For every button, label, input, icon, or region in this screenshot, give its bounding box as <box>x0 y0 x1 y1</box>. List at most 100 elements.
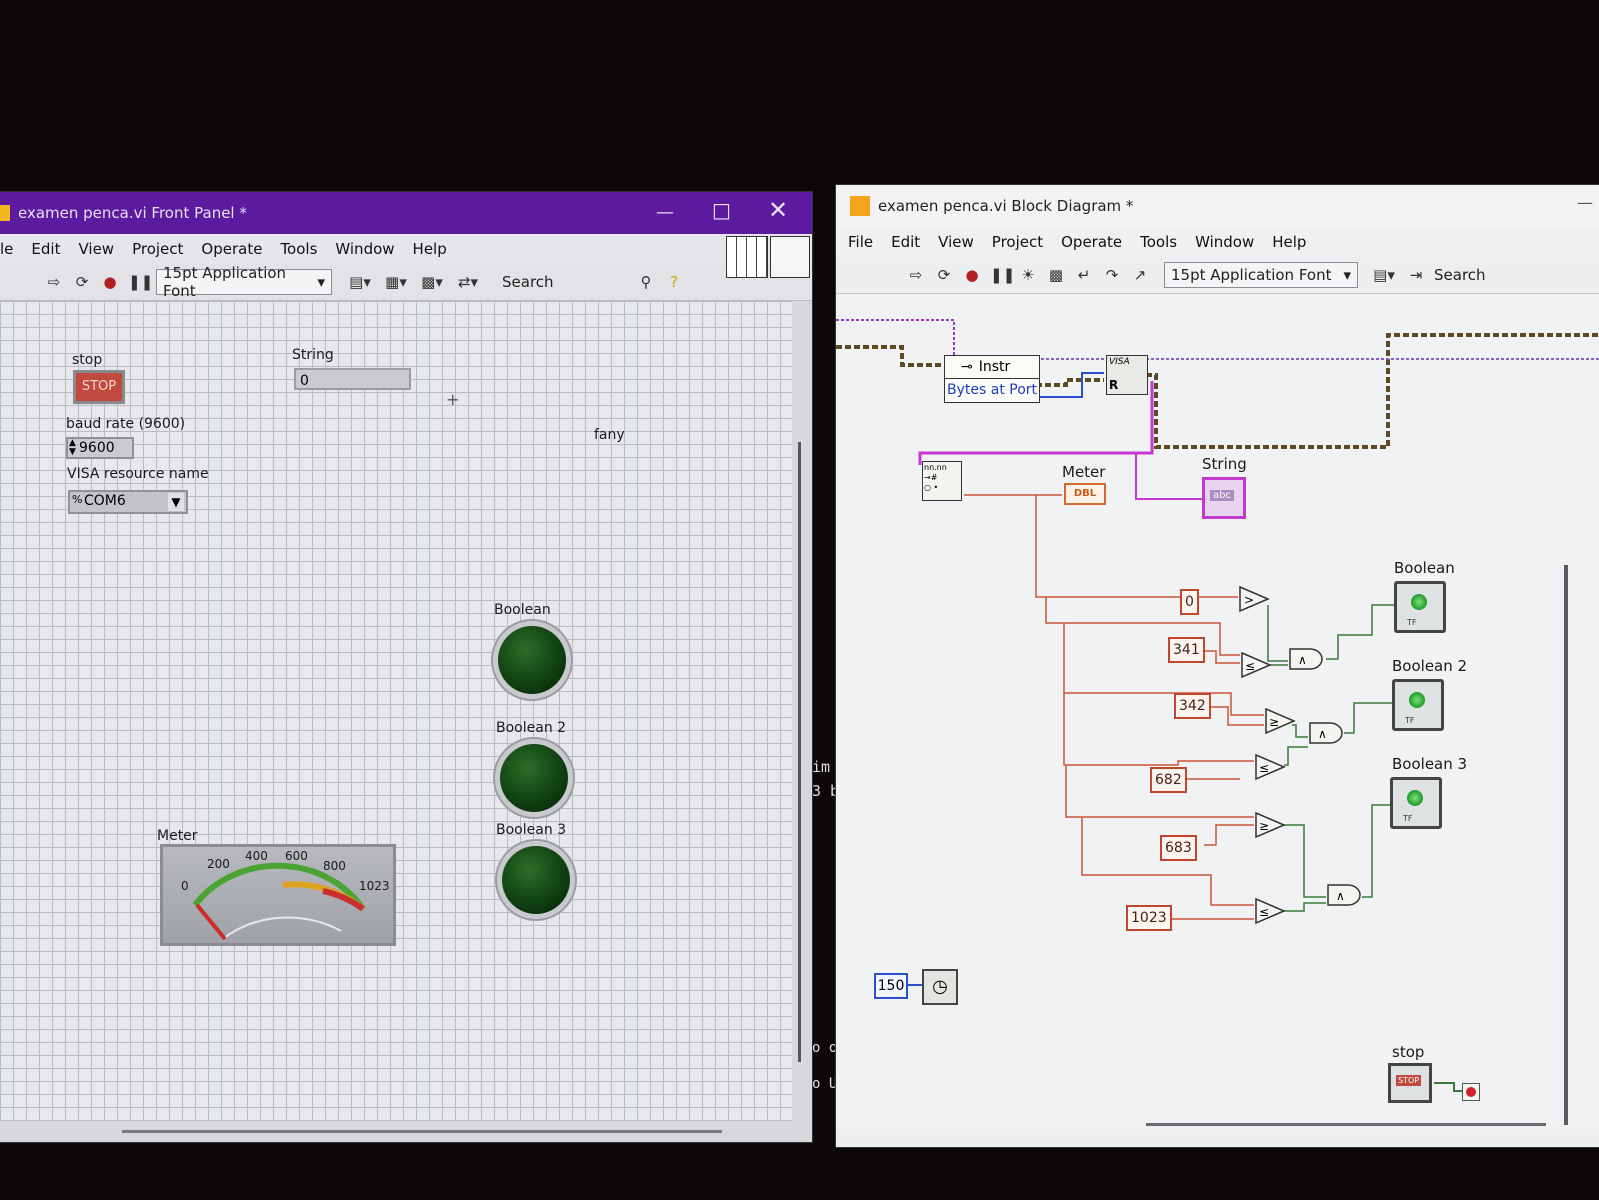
boolean-2-led[interactable] <box>500 744 568 812</box>
search-icon[interactable]: ⚲ <box>636 272 656 292</box>
led-icon <box>1407 790 1423 806</box>
background-text-1: im <box>812 758 831 776</box>
and-node-2[interactable]: ∧ <box>1308 721 1346 749</box>
boolean-3-terminal[interactable]: TF <box>1390 777 1442 829</box>
menu-project[interactable]: Project <box>132 240 183 258</box>
abort-icon[interactable]: ● <box>100 272 120 292</box>
greater-than-node[interactable]: > <box>1238 585 1270 617</box>
meter-tick-400: 400 <box>245 849 268 863</box>
led-icon <box>1409 692 1425 708</box>
svg-text:>: > <box>1244 593 1254 607</box>
font-select-value: 15pt Application Font <box>163 264 287 300</box>
menu-window[interactable]: Window <box>335 240 394 258</box>
string-to-number-node[interactable]: nn.nn →# ○ • <box>922 461 962 501</box>
boolean-2-terminal[interactable]: TF <box>1392 679 1444 731</box>
minimize-button[interactable]: — <box>656 202 674 223</box>
menu-operate[interactable]: Operate <box>201 240 262 258</box>
fp-vertical-scrollbar[interactable] <box>798 442 801 1062</box>
string-wire-to-indicator <box>1135 453 1202 500</box>
less-equal-node[interactable]: ≤ <box>1240 651 1272 683</box>
menu-view[interactable]: View <box>78 240 114 258</box>
stop-terminal[interactable]: STOP <box>1388 1063 1432 1103</box>
constant-1023[interactable]: 1023 <box>1126 905 1172 931</box>
tf-label: TF <box>1405 716 1415 725</box>
context-help-icon[interactable]: ? <box>664 272 684 292</box>
boolean-terminal[interactable]: TF <box>1394 581 1446 633</box>
menu-file[interactable]: le <box>0 240 13 258</box>
connector-pane-icon[interactable] <box>726 236 768 278</box>
stop-terminal-label: stop <box>1392 1043 1425 1061</box>
visa-read-label: VISA <box>1109 357 1130 367</box>
greater-equal-node-3[interactable]: ≥ <box>1254 811 1286 843</box>
distribute-objects-icon[interactable]: ▦▾ <box>382 272 410 292</box>
stop-wire <box>1434 1082 1462 1092</box>
chevron-down-icon: ▾ <box>317 273 325 291</box>
resize-objects-icon[interactable]: ▩▾ <box>418 272 446 292</box>
loop-condition-icon[interactable] <box>1462 1083 1480 1101</box>
and-gate-icon: ∧ <box>1309 722 1343 744</box>
menu-tools[interactable]: Tools <box>280 240 317 258</box>
run-continuously-icon[interactable]: ⟳ <box>72 272 92 292</box>
meter-inner-arc <box>222 916 342 940</box>
meter-terminal[interactable]: DBL <box>1064 483 1106 505</box>
boolean-3-terminal-label: Boolean 3 <box>1392 755 1468 773</box>
string-control[interactable]: 0 <box>294 368 411 390</box>
svg-text:∧: ∧ <box>1336 889 1345 903</box>
boolean-led[interactable] <box>498 626 566 694</box>
maximize-button[interactable]: □ <box>712 198 731 222</box>
string-terminal-text: abc <box>1210 490 1234 501</box>
clock-icon: ◷ <box>932 976 948 997</box>
boolean-2-terminal-label: Boolean 2 <box>1392 657 1468 675</box>
and-node-3[interactable]: ∧ <box>1326 883 1364 911</box>
menu-edit[interactable]: Edit <box>31 240 60 258</box>
search-label[interactable]: Search <box>502 273 636 291</box>
dropdown-arrow-icon[interactable]: ▼ <box>168 493 184 511</box>
less-equal-node-3[interactable]: ≤ <box>1254 897 1286 929</box>
align-objects-icon[interactable]: ▤▾ <box>346 272 374 292</box>
constant-341[interactable]: 341 <box>1168 637 1205 663</box>
stop-button[interactable]: STOP <box>73 370 125 404</box>
visa-resource-icon: % <box>72 493 83 506</box>
constant-683[interactable]: 683 <box>1160 835 1197 861</box>
baud-rate-control[interactable]: ▲ ▼ 9600 <box>66 437 134 459</box>
bytes-at-port-property[interactable]: Bytes at Port <box>945 379 1039 401</box>
string-terminal[interactable]: abc <box>1202 477 1246 519</box>
run-arrow-icon[interactable]: ⇨ <box>44 272 64 292</box>
wait-ms-node[interactable]: ◷ <box>922 969 958 1005</box>
block-diagram-window: examen penca.vi Block Diagram * — File E… <box>836 185 1599 1147</box>
visa-resource-label: VISA resource name <box>67 466 209 482</box>
close-button[interactable]: ✕ <box>768 196 788 224</box>
meter-tick-200: 200 <box>207 857 230 871</box>
boolean-3-led[interactable] <box>502 846 570 914</box>
constant-682[interactable]: 682 <box>1150 767 1187 793</box>
visa-property-node[interactable]: ⊸ Instr Bytes at Port <box>944 355 1040 403</box>
constant-0[interactable]: 0 <box>1180 589 1199 615</box>
constant-342[interactable]: 342 <box>1174 693 1211 719</box>
svg-text:≤: ≤ <box>1259 905 1269 919</box>
vi-icon[interactable] <box>770 236 810 278</box>
and-node-1[interactable]: ∧ <box>1288 647 1326 675</box>
boolean-terminal-label: Boolean <box>1394 559 1455 577</box>
less-equal-node-2[interactable]: ≤ <box>1254 753 1286 785</box>
wait-constant[interactable]: 150 <box>874 973 908 999</box>
reorder-icon[interactable]: ⇄▾ <box>454 272 482 292</box>
menu-help[interactable]: Help <box>413 240 447 258</box>
pause-icon[interactable]: ❚❚ <box>128 272 153 292</box>
visa-resource-control[interactable]: % COM6 ▼ <box>68 490 188 514</box>
string-terminal-label: String <box>1202 455 1247 473</box>
tf-label: TF <box>1407 618 1417 627</box>
greater-than-icon: > <box>1239 585 1270 613</box>
visa-read-node[interactable]: VISA R <box>1106 355 1148 395</box>
boolean-label: Boolean <box>494 602 551 618</box>
font-select[interactable]: 15pt Application Font ▾ <box>156 264 332 300</box>
boolean-3-label: Boolean 3 <box>496 822 567 838</box>
meter-gauge[interactable]: 0 200 400 600 800 1023 <box>160 844 396 946</box>
meter-tick-1023: 1023 <box>359 879 390 893</box>
format-convert-icon: nn.nn →# ○ • <box>924 463 947 492</box>
greater-equal-node-2[interactable]: ≥ <box>1264 707 1296 739</box>
property-key-icon: ⊸ <box>961 359 973 375</box>
fp-horizontal-scrollbar[interactable] <box>122 1130 722 1133</box>
increment-decrement-icon[interactable]: ▲ ▼ <box>69 439 76 457</box>
property-class-label: Instr <box>978 359 1011 375</box>
free-label-fany: fany <box>594 427 625 443</box>
